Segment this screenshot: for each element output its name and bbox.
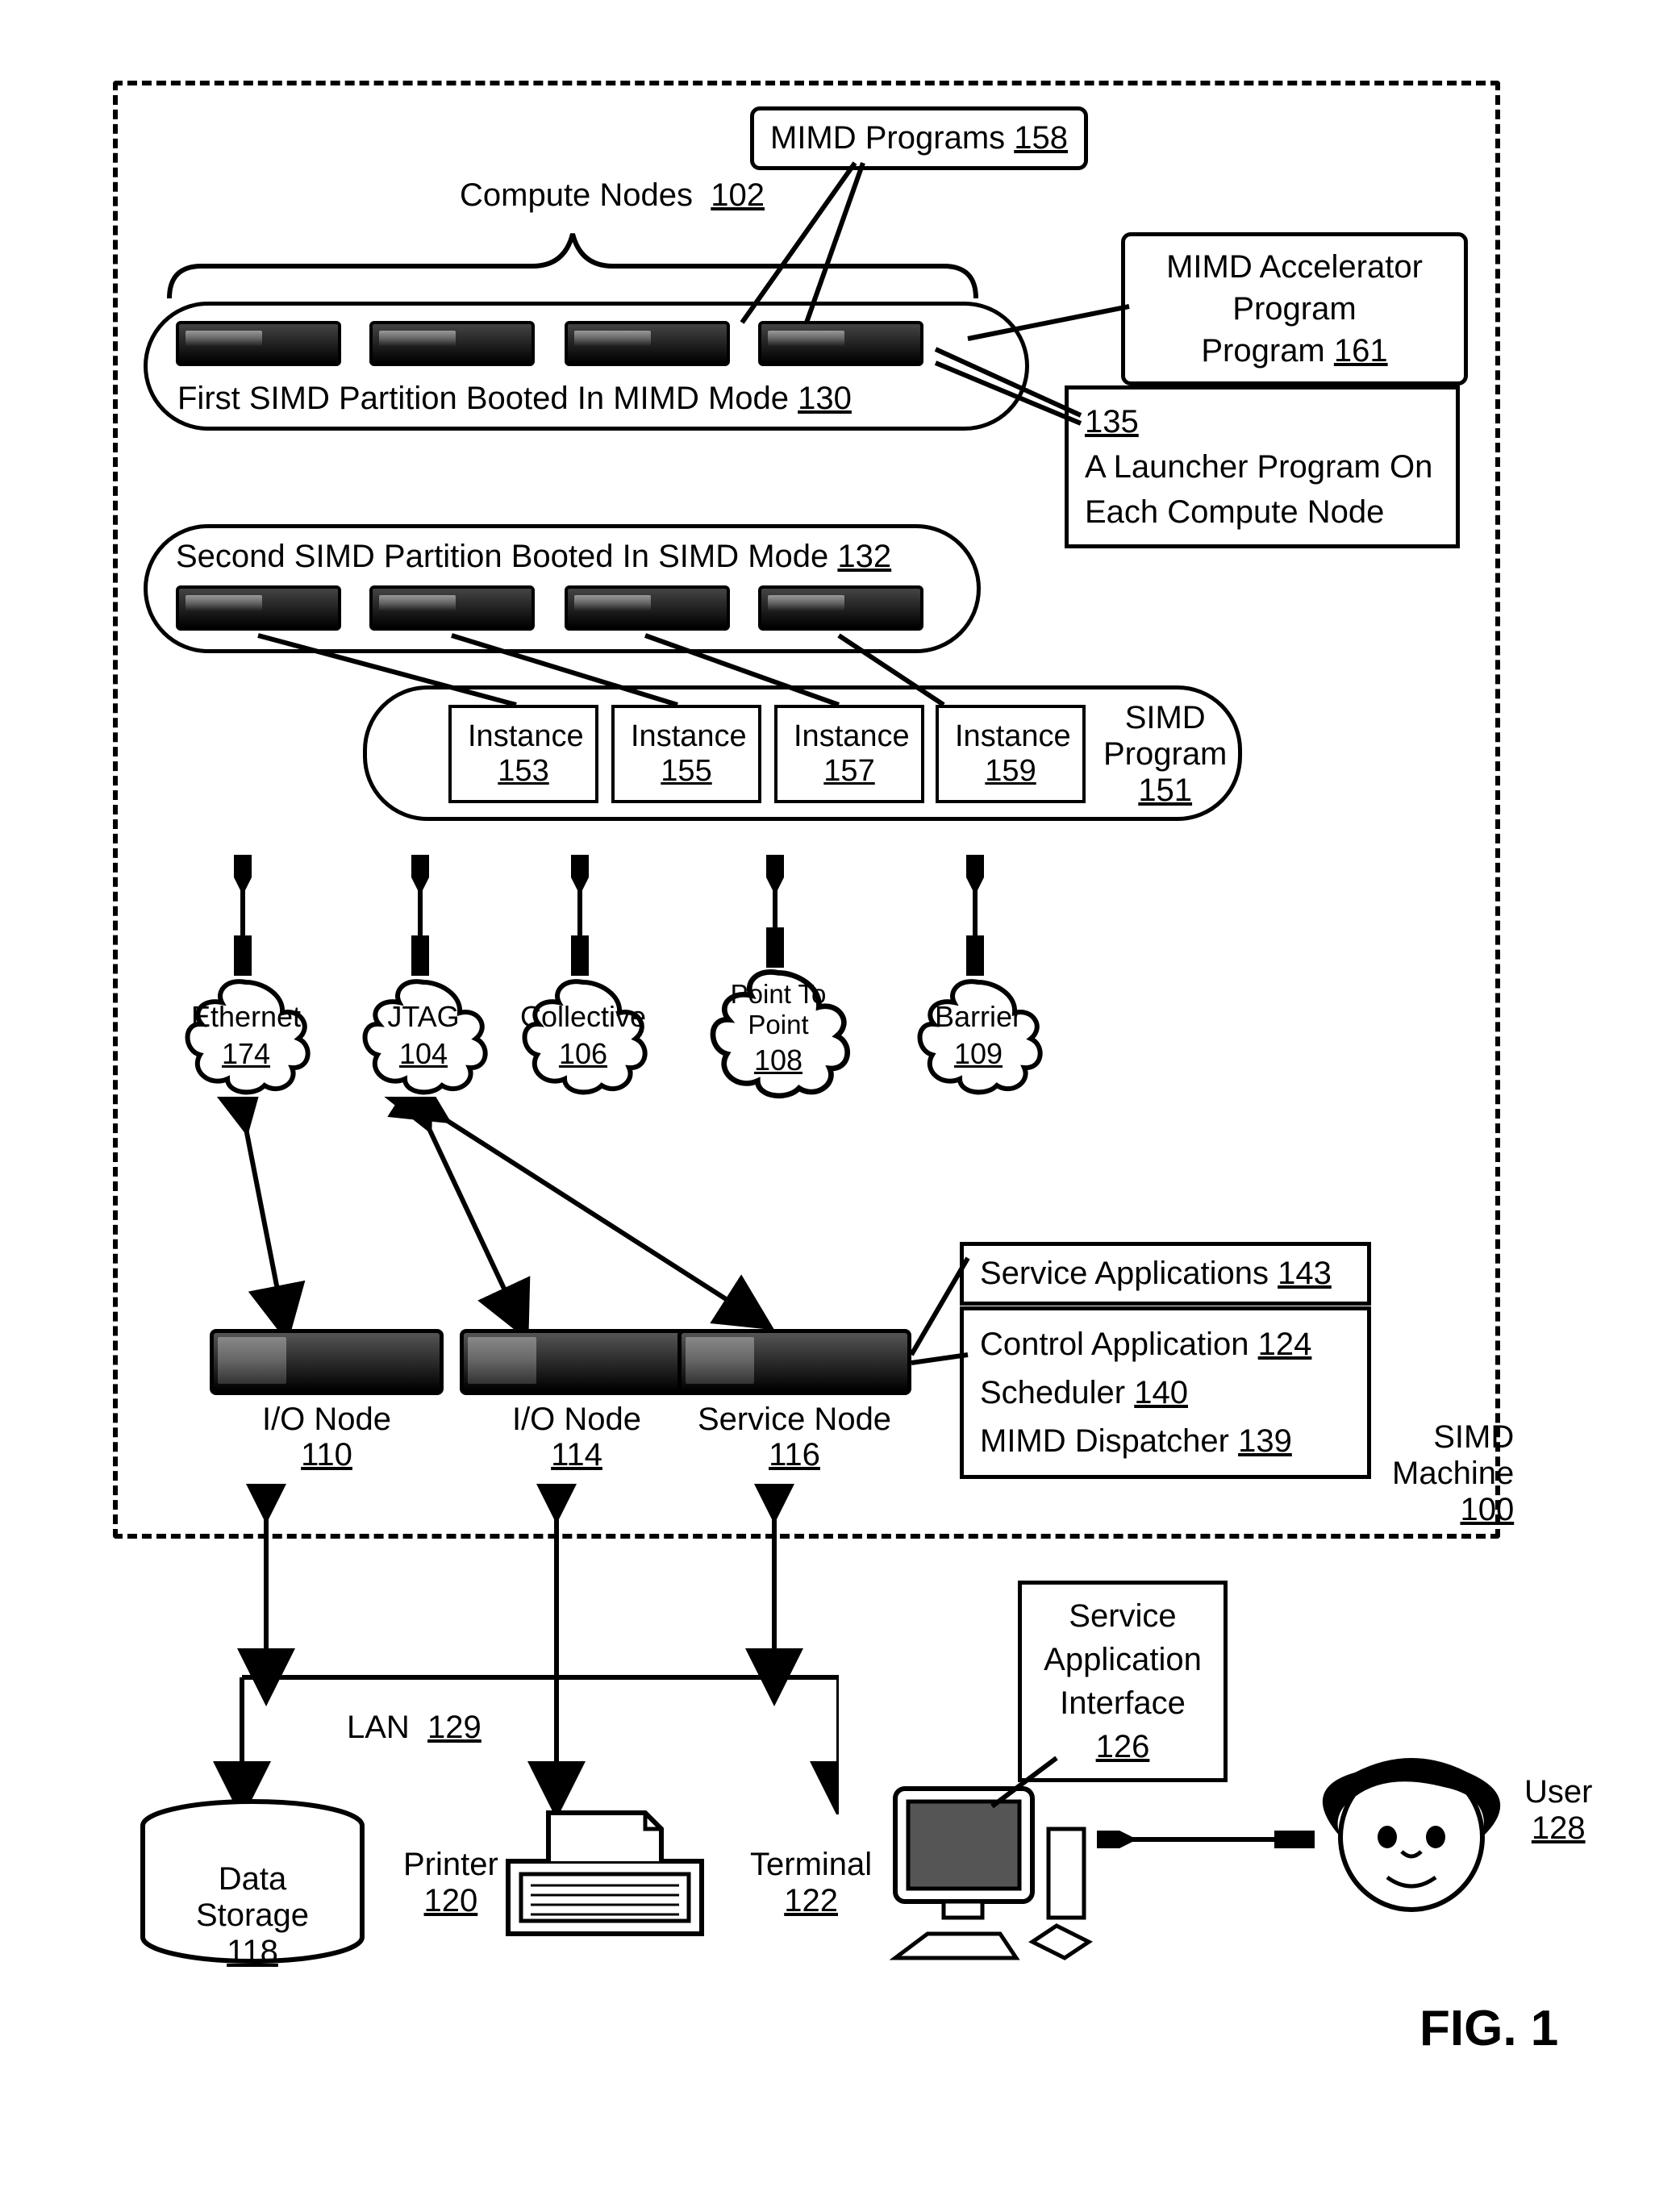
double-arrow-icon [966, 855, 984, 976]
user-label: User128 [1524, 1774, 1592, 1847]
p2p-cloud: Point ToPoint108 [702, 963, 855, 1100]
service-applications-box: Service Applications 143 [960, 1242, 1371, 1306]
terminal-label: Terminal122 [750, 1847, 872, 1919]
figure-label: FIG. 1 [1419, 2000, 1558, 2057]
io-node-1: I/O Node110 [210, 1329, 444, 1395]
double-arrow-icon [411, 855, 429, 976]
instance-box: Instance157 [774, 705, 924, 803]
launcher-box: 135A Launcher Program On Each Compute No… [1065, 385, 1460, 548]
compute-node-rack [565, 585, 730, 631]
service-details-box: Control Application 124 Scheduler 140 MI… [960, 1306, 1371, 1479]
instance-box: Instance153 [448, 705, 598, 803]
service-node: Service Node116 [677, 1329, 911, 1395]
double-arrow-icon [1097, 1831, 1315, 1848]
printer-icon [500, 1797, 710, 1958]
compute-node-rack [369, 321, 535, 366]
pointer-line [928, 343, 1089, 431]
collective-cloud: Collective106 [515, 974, 652, 1095]
pointer-line [984, 1750, 1065, 1814]
compute-node-rack [758, 321, 923, 366]
compute-node-rack [369, 585, 535, 631]
double-arrow-icon [234, 855, 252, 976]
compute-nodes-label: Compute Nodes 102 [460, 177, 765, 214]
double-arrow-icon [766, 855, 784, 968]
compute-node-rack [176, 585, 341, 631]
compute-node-rack [565, 321, 730, 366]
double-arrow-icon [571, 855, 589, 976]
arrow-group [202, 1097, 807, 1331]
simd-program-label: SIMDProgram151 [1103, 700, 1227, 809]
compute-node-rack [758, 585, 923, 631]
connector-lines [250, 627, 952, 713]
instance-box: Instance159 [936, 705, 1086, 803]
jtag-cloud: JTAG104 [355, 974, 492, 1095]
compute-node-rack [176, 321, 341, 366]
printer-label: Printer120 [403, 1847, 498, 1919]
ethernet-cloud: Ethernet174 [177, 974, 315, 1095]
lan-arrows [177, 1484, 839, 1814]
simd-machine-label: SIMDMachine100 [1392, 1419, 1514, 1528]
partition2-label: Second SIMD Partition Booted In SIMD Mod… [176, 539, 891, 575]
user-icon [1307, 1756, 1516, 1934]
io-node-2: I/O Node114 [460, 1329, 694, 1395]
storage-label: Data Storage118 [160, 1861, 345, 1970]
instance-box: Instance155 [611, 705, 761, 803]
partition1-label: First SIMD Partition Booted In MIMD Mode… [177, 381, 852, 417]
diagram: Compute Nodes 102 MIMD Programs 158 MIMD… [32, 32, 1680, 2155]
barrier-cloud: Barrier109 [910, 974, 1047, 1095]
lan-label: LAN 129 [347, 1710, 481, 1746]
mimd-accelerator-box: MIMD Accelerator ProgramProgram 161 [1121, 232, 1468, 385]
pointer-line [903, 1234, 976, 1379]
